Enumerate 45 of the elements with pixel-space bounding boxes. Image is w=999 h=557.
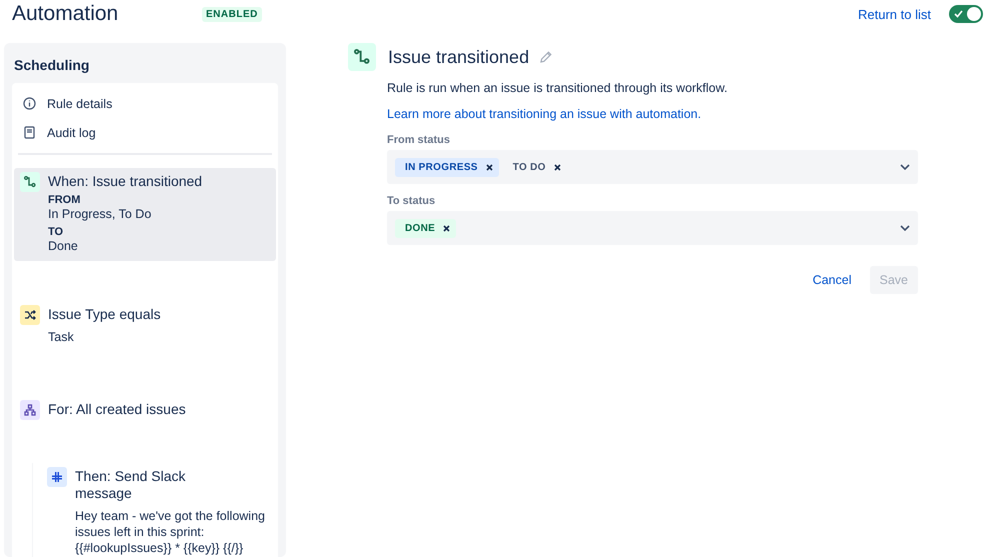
rule-step[interactable]: Then: Send Slack message Hey team - we've got the following issues left in this sprint: {{#lookupIssues}} * {{key}} {{/}} (41, 463, 276, 557)
description: Rule is run when an issue is transitioned through its workflow. (387, 81, 728, 95)
field-label: From status (387, 134, 451, 146)
status-select[interactable]: DONE (387, 211, 918, 245)
document-icon (24, 126, 34, 139)
step-title: Issue Type equals (48, 306, 161, 323)
check-icon (954, 10, 963, 18)
info-icon (22, 97, 36, 110)
field-label: To status (387, 195, 436, 207)
rule-step[interactable]: Issue Type equals Task (14, 301, 276, 352)
learn-more-link[interactable]: Learn more about transitioning an issue with automation. (387, 107, 702, 121)
status-tag[interactable]: DONE (395, 218, 456, 238)
close-icon[interactable] (443, 224, 450, 232)
status-tag[interactable]: TO DO (502, 158, 567, 176)
branch-step-icon (20, 400, 40, 420)
step-detail-heading: FROM (48, 194, 82, 206)
panel-title: Issue transitioned (388, 46, 530, 68)
status-select[interactable]: IN PROGRESS TO DO (387, 150, 918, 184)
step-detail-heading: TO (48, 226, 64, 238)
rule-toggle[interactable] (949, 5, 983, 23)
trigger-icon (348, 43, 376, 71)
step-detail: Hey team - we've got the following issues left in this sprint: {{#lookupIssues}} * {{key}} {{/}} (75, 508, 266, 556)
close-icon[interactable] (554, 164, 561, 170)
step-detail: Task (48, 329, 75, 345)
page-title: Automation (12, 2, 120, 26)
sidebar-link[interactable]: Rule details (12, 89, 278, 118)
action-step-icon (47, 467, 67, 487)
status-tag[interactable]: IN PROGRESS (395, 158, 499, 176)
cancel-button[interactable]: Cancel (802, 266, 862, 294)
return-to-list-link[interactable]: Return to list (858, 6, 931, 22)
step-detail: In Progress, To Do (48, 206, 152, 222)
rule-step[interactable]: For: All created issues (14, 396, 276, 427)
condition-step-icon (20, 305, 40, 325)
status-badge: ENABLED (202, 6, 262, 22)
sidebar-title: Scheduling (13, 56, 90, 75)
step-title: For: All created issues (48, 401, 186, 418)
step-title: When: Issue transitioned (48, 173, 202, 190)
chevron-down-icon[interactable] (900, 225, 910, 231)
close-icon[interactable] (486, 164, 493, 170)
step-title: Then: Send Slack message (75, 468, 187, 502)
chevron-down-icon[interactable] (900, 164, 910, 170)
sidebar-link[interactable]: Audit log (12, 118, 278, 147)
rule-step[interactable]: When: Issue transitioned FROM In Progress, To Do TO Done (14, 168, 276, 261)
step-detail: Done (48, 238, 79, 254)
trigger-step-icon (20, 172, 40, 192)
